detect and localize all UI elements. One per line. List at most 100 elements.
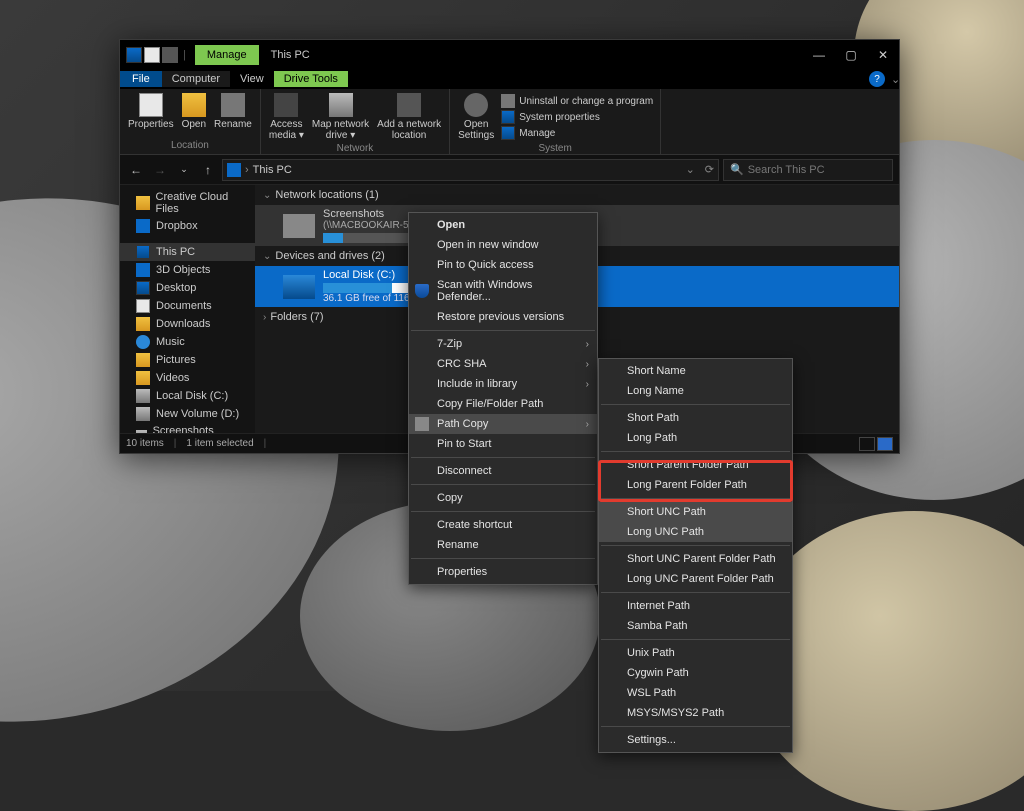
sub-wsl-path[interactable]: WSL Path xyxy=(599,683,792,703)
access-media-button[interactable]: Access media ▾ xyxy=(265,91,308,143)
sidebar-item-label: Creative Cloud Files xyxy=(156,191,252,215)
path-copy-icon xyxy=(415,417,429,431)
properties-button[interactable]: Properties xyxy=(124,91,178,140)
sub-long-parent[interactable]: Long Parent Folder Path xyxy=(599,475,792,495)
sidebar-item-this-pc[interactable]: This PC xyxy=(120,243,255,261)
ctx-disconnect[interactable]: Disconnect xyxy=(409,461,597,481)
sub-msys-path[interactable]: MSYS/MSYS2 Path xyxy=(599,703,792,723)
sub-long-name[interactable]: Long Name xyxy=(599,381,792,401)
item-count: 10 items xyxy=(126,438,164,449)
sidebar-item-local-disk-c-[interactable]: Local Disk (C:) xyxy=(120,387,255,405)
sidebar-item-label: Documents xyxy=(156,300,212,312)
ctx-rename[interactable]: Rename xyxy=(409,535,597,555)
folder-icon xyxy=(136,371,150,385)
sidebar-item-label: This PC xyxy=(156,246,195,258)
ctx-open[interactable]: Open xyxy=(409,215,597,235)
ctx-properties[interactable]: Properties xyxy=(409,562,597,582)
sidebar-item-documents[interactable]: Documents xyxy=(120,297,255,315)
sub-long-unc[interactable]: Long UNC Path xyxy=(599,522,792,542)
location-group-label: Location xyxy=(124,140,256,152)
open-button[interactable]: Open xyxy=(178,91,210,140)
details-view-button[interactable] xyxy=(859,437,875,451)
disk-icon xyxy=(136,389,150,403)
sub-samba-path[interactable]: Samba Path xyxy=(599,616,792,636)
sidebar-item-label: Dropbox xyxy=(156,220,198,232)
search-input[interactable]: 🔍 Search This PC xyxy=(723,159,893,181)
computer-tab[interactable]: Computer xyxy=(162,71,230,87)
open-settings-button[interactable]: Open Settings xyxy=(454,91,498,143)
uninstall-button[interactable]: Uninstall or change a program xyxy=(498,93,656,109)
folder-icon xyxy=(136,353,150,367)
sub-short-name[interactable]: Short Name xyxy=(599,361,792,381)
sub-long-path[interactable]: Long Path xyxy=(599,428,792,448)
add-location-button[interactable]: Add a network location xyxy=(373,91,445,143)
sidebar-item-desktop[interactable]: Desktop xyxy=(120,279,255,297)
ribbon-tabs: File Computer View Drive Tools ? ⌄ xyxy=(120,69,899,89)
rename-button[interactable]: Rename xyxy=(210,91,256,140)
breadcrumb-text: This PC xyxy=(253,164,292,176)
ctx-restore-versions[interactable]: Restore previous versions xyxy=(409,307,597,327)
sidebar-item-dropbox[interactable]: Dropbox xyxy=(120,217,255,235)
sub-internet-path[interactable]: Internet Path xyxy=(599,596,792,616)
forward-button[interactable]: → xyxy=(150,160,170,180)
sidebar-item-downloads[interactable]: Downloads xyxy=(120,315,255,333)
monitor-icon xyxy=(136,245,150,259)
minimize-button[interactable]: — xyxy=(803,40,835,69)
ctx-pin-quick-access[interactable]: Pin to Quick access xyxy=(409,255,597,275)
manage-tab[interactable]: Manage xyxy=(195,45,259,65)
up-button[interactable]: ↑ xyxy=(198,160,218,180)
ctx-create-shortcut[interactable]: Create shortcut xyxy=(409,515,597,535)
sidebar-item-new-volume-d-[interactable]: New Volume (D:) xyxy=(120,405,255,423)
map-drive-button[interactable]: Map network drive ▾ xyxy=(308,91,373,143)
tiles-view-button[interactable] xyxy=(877,437,893,451)
sidebar-item-label: 3D Objects xyxy=(156,264,210,276)
sub-long-unc-parent[interactable]: Long UNC Parent Folder Path xyxy=(599,569,792,589)
sub-short-unc[interactable]: Short UNC Path xyxy=(599,502,792,522)
maximize-button[interactable]: ▢ xyxy=(835,40,867,69)
back-button[interactable]: ← xyxy=(126,160,146,180)
sub-unix-path[interactable]: Unix Path xyxy=(599,643,792,663)
ctx-crc-sha[interactable]: CRC SHA› xyxy=(409,354,597,374)
sidebar-item-label: Desktop xyxy=(156,282,196,294)
ctx-scan-defender[interactable]: Scan with Windows Defender... xyxy=(409,275,597,307)
system-properties-button[interactable]: System properties xyxy=(498,109,656,125)
manage-button[interactable]: Manage xyxy=(498,125,656,141)
drive-tools-tab[interactable]: Drive Tools xyxy=(274,71,348,87)
ctx-7zip[interactable]: 7-Zip› xyxy=(409,334,597,354)
sidebar-item-3d-objects[interactable]: 3D Objects xyxy=(120,261,255,279)
close-button[interactable]: ✕ xyxy=(867,40,899,69)
sub-cygwin-path[interactable]: Cygwin Path xyxy=(599,663,792,683)
ctx-pin-start[interactable]: Pin to Start xyxy=(409,434,597,454)
sidebar-item-pictures[interactable]: Pictures xyxy=(120,351,255,369)
recent-locations-button[interactable]: ⌄ xyxy=(174,160,194,180)
ctx-copy[interactable]: Copy xyxy=(409,488,597,508)
ctx-path-copy[interactable]: Path Copy› xyxy=(409,414,597,434)
system-group-label: System xyxy=(454,143,656,155)
view-tab[interactable]: View xyxy=(230,71,274,87)
sidebar-item-label: New Volume (D:) xyxy=(156,408,239,420)
qat-doc-icon[interactable] xyxy=(144,47,160,63)
sidebar-item-videos[interactable]: Videos xyxy=(120,369,255,387)
sub-settings[interactable]: Settings... xyxy=(599,730,792,750)
sidebar-item-music[interactable]: Music xyxy=(120,333,255,351)
doc-icon xyxy=(136,299,150,313)
ctx-open-new-window[interactable]: Open in new window xyxy=(409,235,597,255)
shield-icon xyxy=(415,284,429,298)
breadcrumb[interactable]: › This PC ⌄ ⟳ xyxy=(222,159,719,181)
network-locations-header[interactable]: ⌄Network locations (1) xyxy=(255,185,899,205)
sidebar-item-screenshots-macbook[interactable]: Screenshots (\\MACBOOK xyxy=(120,423,255,433)
file-tab[interactable]: File xyxy=(120,71,162,87)
ctx-copy-file-path[interactable]: Copy File/Folder Path xyxy=(409,394,597,414)
qat-customize-icon[interactable] xyxy=(162,47,178,63)
sub-short-unc-parent[interactable]: Short UNC Parent Folder Path xyxy=(599,549,792,569)
selection-count: 1 item selected xyxy=(186,438,253,449)
sub-short-parent[interactable]: Short Parent Folder Path xyxy=(599,455,792,475)
folder-icon xyxy=(136,317,150,331)
ctx-include-library[interactable]: Include in library› xyxy=(409,374,597,394)
help-icon[interactable]: ? xyxy=(869,71,885,87)
network-group-label: Network xyxy=(265,143,445,155)
sidebar-item-label: Videos xyxy=(156,372,189,384)
sidebar-item-creative-cloud-files[interactable]: Creative Cloud Files xyxy=(120,189,255,217)
network-drive-icon xyxy=(283,214,315,238)
sub-short-path[interactable]: Short Path xyxy=(599,408,792,428)
